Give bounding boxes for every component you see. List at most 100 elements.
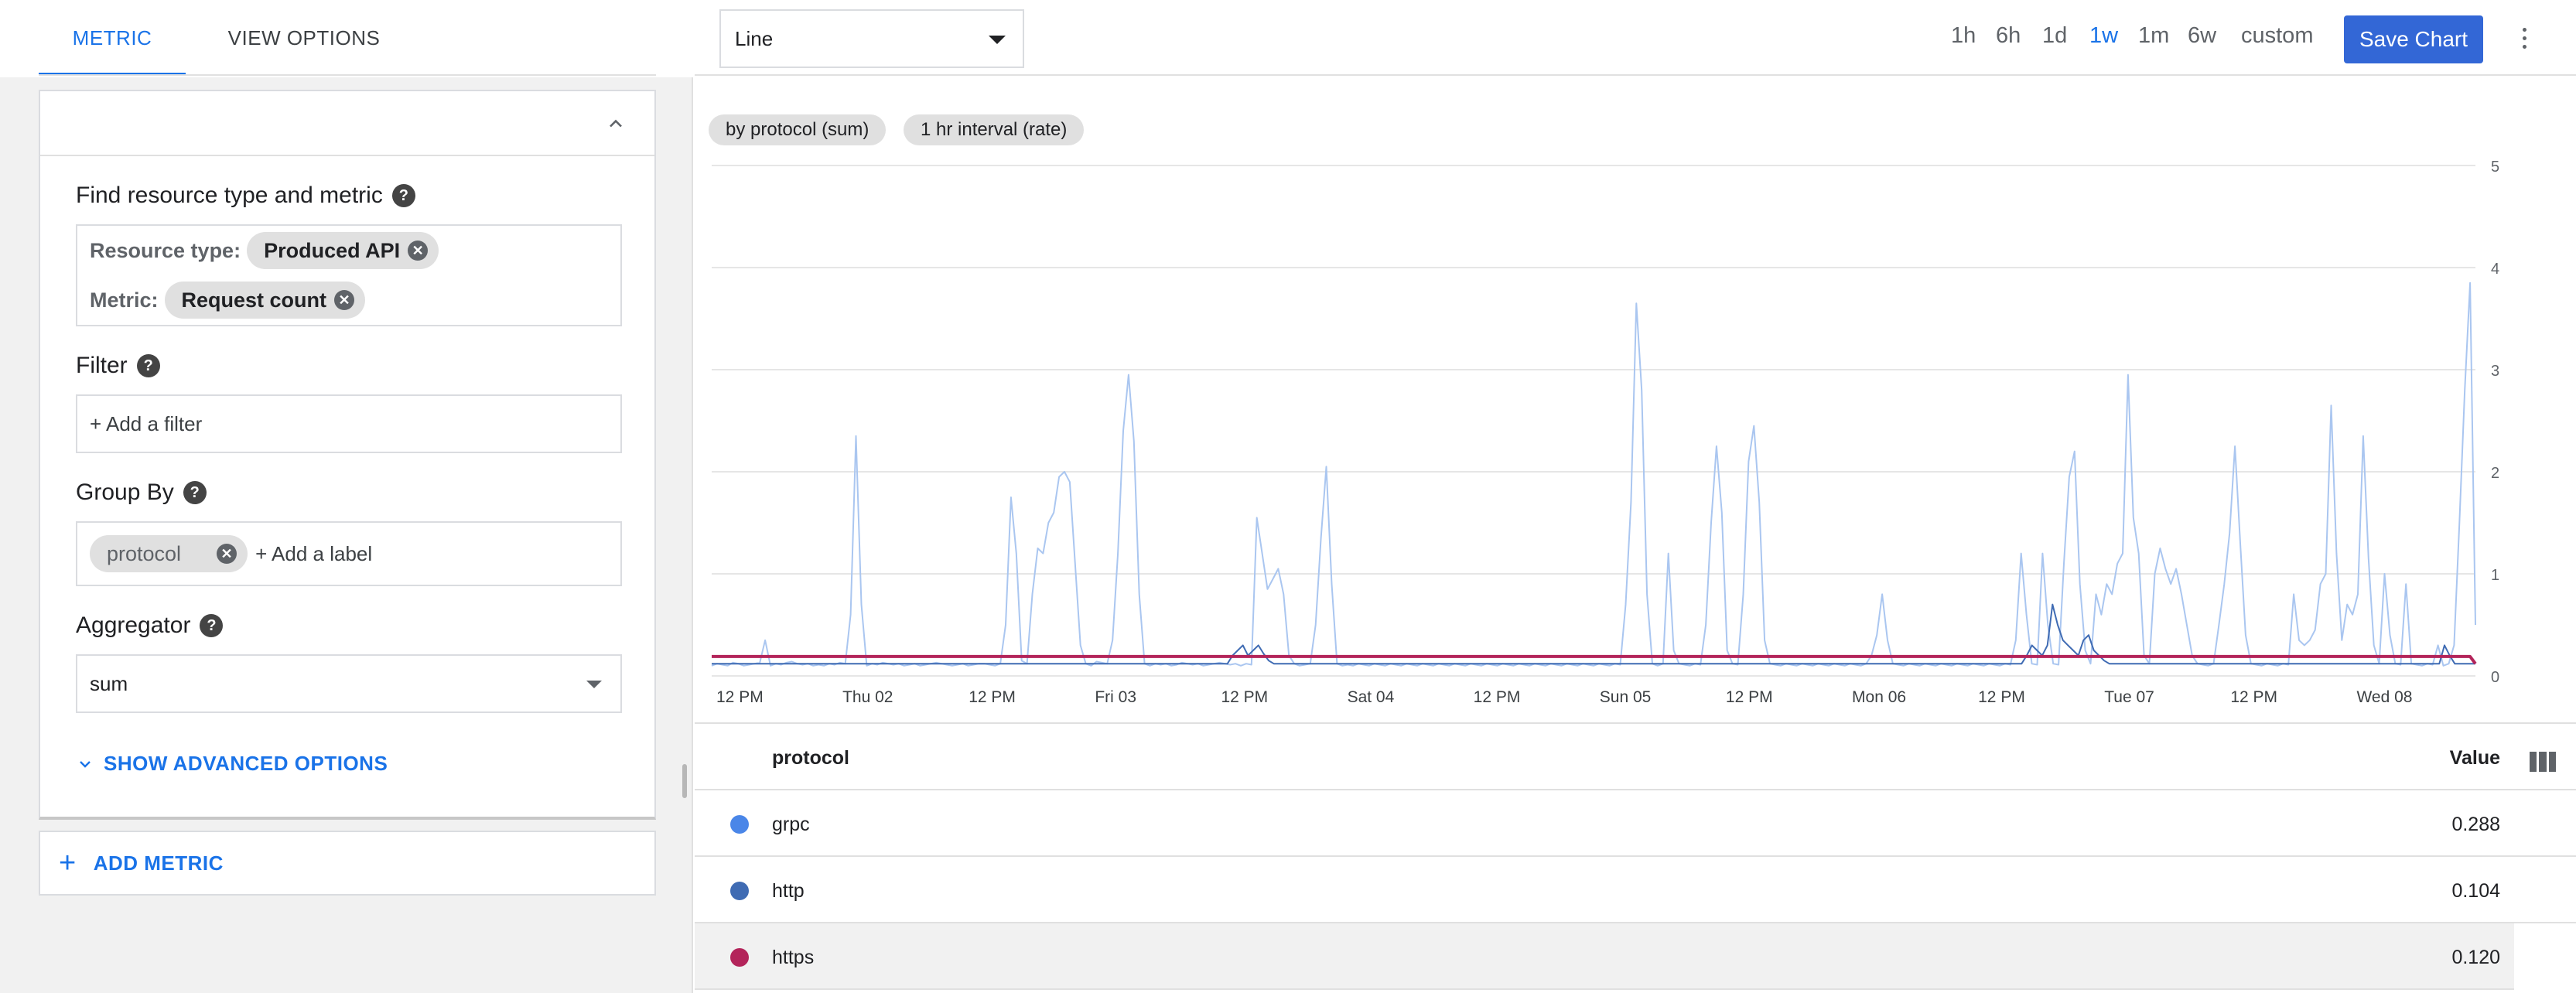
resource-type-chip[interactable]: Produced API ✕ (247, 232, 439, 269)
group-chip: by protocol (sum) (709, 114, 887, 145)
legend-table: protocol Value grpc 0.288 http 0.104 htt… (695, 722, 2576, 990)
metric-panel: METRIC VIEW OPTIONS Find resource type a… (0, 0, 693, 993)
resource-type-chip-text: Produced API (264, 238, 401, 262)
columns-icon[interactable] (2530, 752, 2556, 772)
y-tick-label: 2 (2491, 465, 2499, 482)
x-tick-label: 12 PM (2230, 688, 2277, 706)
x-tick-label: Sun 05 (1600, 688, 1652, 706)
help-icon[interactable]: ? (183, 481, 207, 504)
y-tick-label: 5 (2491, 159, 2499, 176)
find-resource-label-text: Find resource type and metric (76, 183, 383, 208)
x-tick-label: 12 PM (969, 688, 1016, 706)
resize-handle[interactable] (682, 764, 687, 798)
group-by-label-text: Group By (76, 479, 174, 505)
series-color-dot (730, 948, 749, 967)
group-by-input[interactable]: protocol ✕ + Add a label (76, 521, 622, 586)
range-1h[interactable]: 1h (1951, 23, 1976, 49)
line-chart: 0 1 2 3 4 5 12 PM Thu 02 12 PM Fri 03 12 PM Sat 04 1… (711, 159, 2499, 706)
series-line-https (712, 654, 2477, 665)
header-value[interactable]: Value (2450, 747, 2500, 769)
metric-chip-text: Request count (181, 288, 327, 312)
range-1w[interactable]: 1w (2089, 23, 2118, 49)
add-metric-text: ADD METRIC (93, 851, 224, 875)
x-tick-label: 12 PM (1978, 688, 2025, 706)
chart-toolbar: Line 1h 6h 1d 1w 1m 6w custom Save Chart (695, 0, 2576, 76)
row-value: 0.120 (2451, 947, 2500, 968)
chart-type-value: Line (735, 26, 774, 50)
metric-card: Find resource type and metric ? Resource… (39, 90, 656, 820)
dropdown-arrow-icon (989, 36, 1006, 44)
range-custom[interactable]: custom (2241, 23, 2313, 49)
metric-label: Metric: (90, 288, 159, 312)
x-tick-label: 12 PM (1221, 688, 1268, 706)
remove-icon[interactable]: ✕ (217, 544, 237, 564)
help-icon[interactable]: ? (200, 614, 224, 637)
series-line-http (712, 603, 2475, 665)
resource-type-label: Resource type: (90, 238, 241, 262)
tabs-divider (39, 74, 656, 76)
y-tick-label: 3 (2491, 363, 2499, 380)
x-tick-label: Mon 06 (1852, 688, 1906, 706)
range-1d[interactable]: 1d (2042, 23, 2067, 49)
save-chart-button[interactable]: Save Chart (2344, 15, 2483, 63)
header-protocol[interactable]: protocol (772, 747, 849, 769)
group-by-chip[interactable]: protocol ✕ (90, 535, 248, 572)
row-protocol: http (772, 880, 805, 902)
table-row[interactable]: https 0.120 (695, 923, 2514, 990)
tab-metric[interactable]: METRIC (39, 0, 186, 76)
resource-metric-field[interactable]: Resource type: Produced API ✕ Metric: Re… (76, 224, 622, 326)
interval-chip: 1 hr interval (rate) (904, 114, 1085, 145)
add-label-text[interactable]: + Add a label (255, 542, 372, 566)
aggregator-label-text: Aggregator (76, 613, 191, 638)
group-by-label: Group By ? (76, 479, 207, 506)
x-tick-label: 12 PM (716, 688, 764, 706)
legend-table-header: protocol Value (695, 722, 2576, 790)
x-tick-label: Fri 03 (1095, 688, 1136, 706)
table-row[interactable]: http 0.104 (695, 857, 2576, 923)
aggregator-label: Aggregator ? (76, 613, 224, 639)
series-color-dot (730, 815, 749, 834)
more-vert-icon[interactable] (2520, 28, 2528, 53)
chart-panel: Line 1h 6h 1d 1w 1m 6w custom Save Chart… (695, 0, 2576, 993)
show-advanced-options-text: SHOW ADVANCED OPTIONS (104, 752, 388, 775)
filter-label-text: Filter (76, 353, 128, 378)
chevron-down-icon (80, 760, 91, 768)
aggregator-value: sum (90, 671, 128, 695)
y-tick-label: 1 (2491, 567, 2499, 584)
show-advanced-options-link[interactable]: SHOW ADVANCED OPTIONS (76, 752, 388, 776)
filter-input[interactable]: + Add a filter (76, 394, 622, 453)
x-tick-label: Tue 07 (2104, 688, 2154, 706)
aggregator-select[interactable]: sum (76, 654, 622, 713)
remove-icon[interactable]: ✕ (334, 290, 355, 310)
metric-chip[interactable]: Request count ✕ (164, 282, 366, 319)
panel-tabs: METRIC VIEW OPTIONS (0, 0, 693, 77)
series-line-grpc (711, 282, 2476, 667)
row-value: 0.288 (2451, 814, 2500, 835)
x-tick-label: Thu 02 (842, 688, 893, 706)
help-icon[interactable]: ? (136, 354, 160, 377)
chart-type-select[interactable]: Line (719, 9, 1024, 68)
table-row[interactable]: grpc 0.288 (695, 790, 2576, 857)
x-tick-label: 12 PM (1726, 688, 1773, 706)
tab-view-options[interactable]: VIEW OPTIONS (186, 0, 422, 76)
metric-card-header[interactable] (40, 91, 654, 156)
filter-label: Filter ? (76, 353, 160, 379)
range-1m[interactable]: 1m (2138, 23, 2169, 49)
row-protocol: grpc (772, 814, 810, 835)
row-value: 0.104 (2451, 880, 2500, 902)
y-tick-label: 4 (2491, 261, 2499, 278)
remove-icon[interactable]: ✕ (408, 241, 429, 261)
add-metric-button[interactable]: + ADD METRIC (39, 831, 656, 896)
range-6h[interactable]: 6h (1996, 23, 2021, 49)
group-by-chip-text: protocol (107, 541, 182, 565)
x-tick-label: 12 PM (1474, 688, 1521, 706)
dropdown-arrow-icon (586, 681, 602, 688)
plus-icon: + (59, 846, 77, 879)
row-protocol: https (772, 947, 815, 968)
filter-placeholder: + Add a filter (90, 411, 203, 435)
range-6w[interactable]: 6w (2188, 23, 2216, 49)
x-tick-label: Wed 08 (2356, 688, 2412, 706)
chevron-up-icon[interactable] (605, 113, 627, 135)
help-icon[interactable]: ? (391, 184, 415, 207)
y-tick-label: 0 (2491, 669, 2499, 686)
